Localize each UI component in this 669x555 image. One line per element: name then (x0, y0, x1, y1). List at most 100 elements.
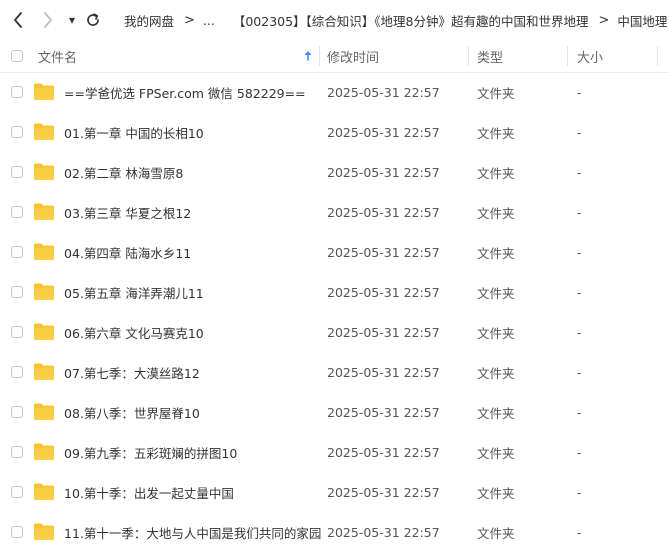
file-name[interactable]: 04.第四章 陆海水乡11 (64, 232, 191, 272)
breadcrumb: 我的网盘 > ... 【002305】【综合知识】《地理8分钟》超有趣的中国和世… (124, 0, 669, 40)
column-header-modified[interactable]: 修改时间 (327, 40, 379, 72)
row-checkbox[interactable] (11, 512, 23, 552)
file-size: - (577, 444, 582, 460)
file-modified-time: 2025-05-31 22:57 (327, 84, 440, 100)
breadcrumb-item-root[interactable]: 我的网盘 (124, 11, 174, 30)
folder-icon (34, 363, 54, 380)
file-type: 文件夹 (477, 205, 515, 221)
file-name[interactable]: 03.第三章 华夏之根12 (64, 192, 191, 232)
folder-icon (34, 323, 54, 340)
file-modified-time: 2025-05-31 22:57 (327, 364, 440, 380)
refresh-button[interactable] (84, 0, 102, 40)
table-row[interactable]: 07.第七季：大漠丝路12 2025-05-31 22:57 文件夹 - (0, 352, 669, 392)
caret-down-icon: ▾ (68, 13, 76, 27)
sort-ascending-button[interactable] (304, 40, 312, 72)
folder-icon (34, 443, 54, 460)
file-size: - (577, 204, 582, 220)
file-modified-time: 2025-05-31 22:57 (327, 124, 440, 140)
chevron-left-icon (14, 12, 22, 28)
file-modified-time: 2025-05-31 22:57 (327, 164, 440, 180)
column-header-type[interactable]: 类型 (477, 40, 503, 72)
file-name[interactable]: ==学爸优选 FPSer.com 微信 582229== (64, 72, 306, 112)
file-type: 文件夹 (477, 325, 515, 341)
column-divider[interactable] (567, 46, 568, 66)
row-checkbox[interactable] (11, 232, 23, 272)
history-dropdown-button[interactable]: ▾ (64, 0, 80, 40)
file-type: 文件夹 (477, 125, 515, 141)
file-name[interactable]: 05.第五章 海洋弄潮儿11 (64, 272, 204, 312)
row-checkbox[interactable] (11, 392, 23, 432)
top-navigation-bar: ▾ 我的网盘 > ... 【002305】【综合知识】《地理8分钟》超有趣的中国… (0, 0, 669, 40)
column-divider[interactable] (319, 46, 320, 66)
select-all-checkbox[interactable] (11, 40, 23, 72)
checkbox-box (11, 286, 23, 298)
file-name[interactable]: 11.第十一季：大地与人中国是我们共同的家园 (64, 512, 321, 552)
checkbox-box (11, 446, 23, 458)
file-name[interactable]: 02.第二章 林海雪原8 (64, 152, 183, 192)
table-row[interactable]: 11.第十一季：大地与人中国是我们共同的家园 2025-05-31 22:57 文件… (0, 512, 669, 552)
table-row[interactable]: 04.第四章 陆海水乡11 2025-05-31 22:57 文件夹 - (0, 232, 669, 272)
column-divider[interactable] (657, 46, 658, 66)
folder-icon (34, 123, 54, 140)
checkbox-box (11, 486, 23, 498)
file-size: - (577, 84, 582, 100)
file-name[interactable]: 10.第十季：出发一起丈量中国 (64, 472, 234, 512)
breadcrumb-separator-icon: > (598, 12, 610, 28)
row-checkbox[interactable] (11, 112, 23, 152)
table-row[interactable]: 08.第八季：世界屋脊10 2025-05-31 22:57 文件夹 - (0, 392, 669, 432)
table-row[interactable]: 02.第二章 林海雪原8 2025-05-31 22:57 文件夹 - (0, 152, 669, 192)
table-row[interactable]: ==学爸优选 FPSer.com 微信 582229== 2025-05-31 2… (0, 72, 669, 112)
row-checkbox[interactable] (11, 192, 23, 232)
checkbox-box (11, 166, 23, 178)
file-name[interactable]: 08.第八季：世界屋脊10 (64, 392, 200, 432)
refresh-icon (87, 13, 99, 26)
table-row[interactable]: 05.第五章 海洋弄潮儿11 2025-05-31 22:57 文件夹 - (0, 272, 669, 312)
folder-icon (34, 403, 54, 420)
table-row[interactable]: 01.第一章 中国的长相10 2025-05-31 22:57 文件夹 - (0, 112, 669, 152)
breadcrumb-item-current[interactable]: 中国地理 视频 (617, 11, 669, 30)
file-modified-time: 2025-05-31 22:57 (327, 404, 440, 420)
file-name[interactable]: 01.第一章 中国的长相10 (64, 112, 204, 152)
row-checkbox[interactable] (11, 432, 23, 472)
breadcrumb-separator-icon: > (184, 12, 195, 28)
row-checkbox[interactable] (11, 472, 23, 512)
forward-button[interactable] (38, 0, 58, 40)
row-checkbox[interactable] (11, 312, 23, 352)
table-row[interactable]: 06.第六章 文化马赛克10 2025-05-31 22:57 文件夹 - (0, 312, 669, 352)
column-divider[interactable] (468, 46, 469, 66)
file-size: - (577, 524, 582, 540)
row-checkbox[interactable] (11, 272, 23, 312)
file-name[interactable]: 06.第六章 文化马赛克10 (64, 312, 204, 352)
breadcrumb-item-parent[interactable]: 【002305】【综合知识】《地理8分钟》超有趣的中国和世界地理 (233, 11, 589, 30)
table-row[interactable]: 10.第十季：出发一起丈量中国 2025-05-31 22:57 文件夹 - (0, 472, 669, 512)
file-name[interactable]: 09.第九季：五彩斑斓的拼图10 (64, 432, 237, 472)
file-size: - (577, 404, 582, 420)
file-type: 文件夹 (477, 245, 515, 261)
file-list-header: 文件名 修改时间 类型 大小 (0, 40, 669, 73)
row-checkbox[interactable] (11, 72, 23, 112)
file-size: - (577, 124, 582, 140)
file-name[interactable]: 07.第七季：大漠丝路12 (64, 352, 200, 392)
file-size: - (577, 164, 582, 180)
back-button[interactable] (8, 0, 28, 40)
folder-icon (34, 83, 54, 100)
folder-icon (34, 203, 54, 220)
table-row[interactable]: 03.第三章 华夏之根12 2025-05-31 22:57 文件夹 - (0, 192, 669, 232)
file-modified-time: 2025-05-31 22:57 (327, 484, 440, 500)
file-type: 文件夹 (477, 525, 515, 541)
column-header-name[interactable]: 文件名 (38, 40, 77, 72)
checkbox-box (11, 86, 23, 98)
file-size: - (577, 324, 582, 340)
table-row[interactable]: 09.第九季：五彩斑斓的拼图10 2025-05-31 22:57 文件夹 - (0, 432, 669, 472)
checkbox-box (11, 526, 23, 538)
folder-icon (34, 283, 54, 300)
column-header-size[interactable]: 大小 (577, 40, 603, 72)
folder-icon (34, 163, 54, 180)
row-checkbox[interactable] (11, 352, 23, 392)
folder-icon (34, 483, 54, 500)
file-modified-time: 2025-05-31 22:57 (327, 204, 440, 220)
row-checkbox[interactable] (11, 152, 23, 192)
file-type: 文件夹 (477, 285, 515, 301)
breadcrumb-item-ellipsis[interactable]: ... (203, 13, 215, 28)
file-size: - (577, 364, 582, 380)
